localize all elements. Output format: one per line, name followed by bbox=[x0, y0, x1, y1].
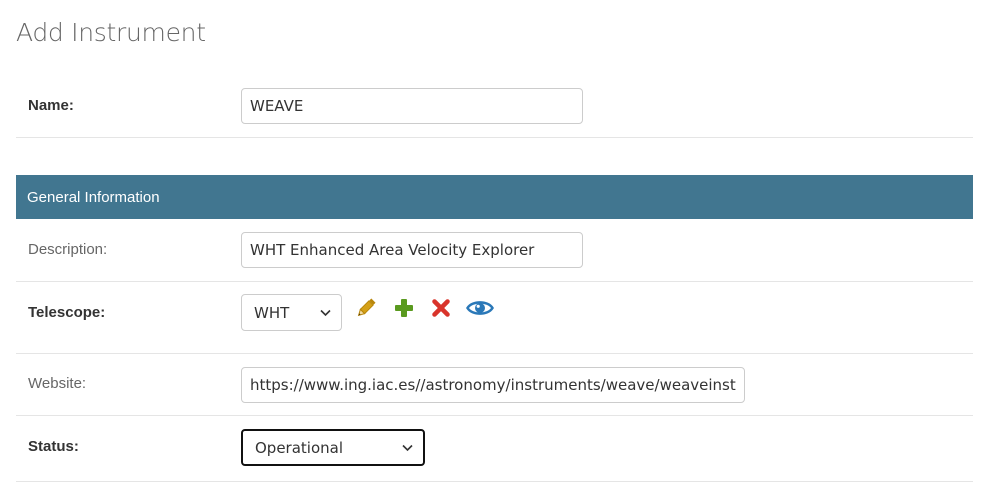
telescope-row: Telescope: WHT bbox=[16, 282, 973, 354]
pencil-icon bbox=[357, 298, 376, 317]
status-label: Status: bbox=[28, 438, 79, 455]
page-title: Add Instrument bbox=[16, 18, 206, 47]
status-row: Status: Operational bbox=[16, 416, 973, 482]
view-telescope-button[interactable] bbox=[465, 295, 495, 321]
name-label: Name: bbox=[28, 97, 74, 114]
change-telescope-button[interactable] bbox=[353, 295, 379, 321]
name-row: Name: bbox=[16, 74, 973, 138]
telescope-selected-value: WHT bbox=[254, 303, 290, 322]
status-select[interactable]: Operational bbox=[241, 429, 425, 466]
description-row: Description: bbox=[16, 219, 973, 282]
website-input[interactable] bbox=[241, 367, 745, 403]
delete-telescope-button[interactable] bbox=[428, 295, 454, 321]
plus-icon bbox=[395, 299, 413, 317]
eye-icon bbox=[466, 301, 494, 315]
telescope-label: Telescope: bbox=[28, 304, 106, 321]
telescope-select[interactable]: WHT bbox=[241, 294, 342, 331]
x-icon bbox=[432, 299, 450, 317]
description-input[interactable] bbox=[241, 232, 583, 268]
add-telescope-button[interactable] bbox=[391, 295, 417, 321]
chevron-down-icon bbox=[320, 309, 331, 316]
status-selected-value: Operational bbox=[255, 438, 344, 457]
add-instrument-form: Add Instrument Name: General Information… bbox=[0, 0, 990, 503]
chevron-down-icon bbox=[402, 444, 413, 451]
website-row: Website: bbox=[16, 354, 973, 416]
description-label: Description: bbox=[28, 241, 108, 258]
website-label: Website: bbox=[28, 375, 87, 392]
name-input[interactable] bbox=[241, 88, 583, 124]
general-information-header: General Information bbox=[16, 175, 973, 219]
